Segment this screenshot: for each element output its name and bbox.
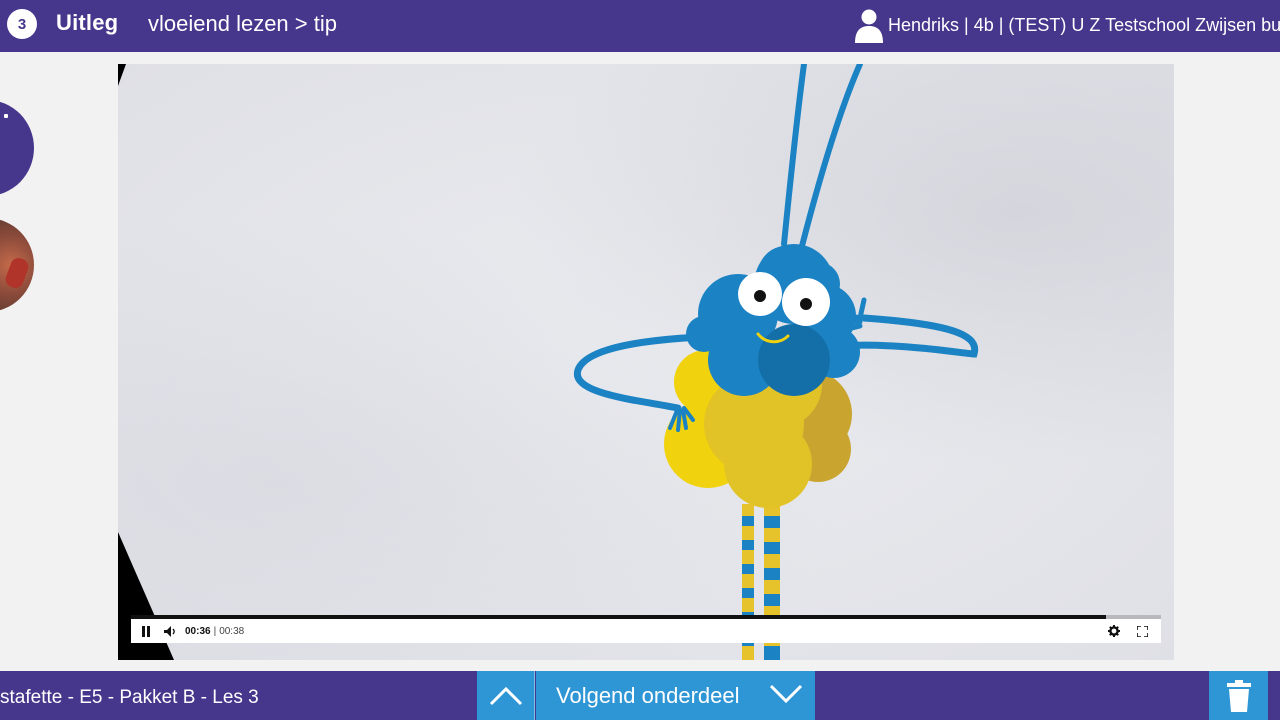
fullscreen-button[interactable]	[1133, 622, 1151, 640]
volume-icon	[163, 625, 175, 637]
pause-button[interactable]	[137, 622, 155, 640]
user-label: Hendriks | 4b | (TEST) U Z Testschool Zw…	[888, 14, 1280, 35]
side-nav-circle[interactable]	[0, 100, 34, 196]
lesson-label: stafette - E5 - Pakket B - Les 3	[0, 687, 259, 708]
fullscreen-icon	[1136, 625, 1148, 637]
breadcrumb: vloeiend lezen > tip	[148, 11, 337, 36]
volume-button[interactable]	[161, 622, 179, 640]
section-title: Uitleg	[56, 10, 119, 35]
user-silhouette-icon	[855, 9, 883, 43]
next-section-button[interactable]: Volgend onderdeel	[536, 671, 815, 720]
time-current: 00:36	[185, 625, 211, 637]
chevron-down-icon	[769, 684, 803, 703]
video-player[interactable]: 00:36 | 00:38	[118, 64, 1174, 660]
cartoon-character	[574, 64, 979, 660]
gear-icon	[1108, 625, 1120, 637]
video-controls: 00:36 | 00:38	[131, 619, 1161, 643]
pause-icon	[142, 625, 150, 637]
time-separator: |	[213, 625, 217, 637]
next-section-label: Volgend onderdeel	[556, 682, 740, 708]
settings-button[interactable]	[1105, 622, 1123, 640]
bottom-bar: stafette - E5 - Pakket B - Les 3 Volgend…	[0, 671, 1280, 720]
user-menu[interactable]: Hendriks | 4b | (TEST) U Z Testschool Zw…	[852, 6, 1280, 44]
trash-icon	[1226, 679, 1251, 712]
previous-section-button[interactable]	[477, 671, 535, 720]
chevron-up-icon	[489, 686, 522, 705]
side-nav-thumbnail[interactable]	[0, 218, 34, 312]
step-number-badge: 3	[7, 9, 37, 39]
time-total: 00:38	[219, 625, 245, 637]
delete-button[interactable]	[1209, 671, 1268, 720]
top-bar: 3 Uitleg vloeiend lezen > tip Hendriks |…	[0, 0, 1280, 52]
